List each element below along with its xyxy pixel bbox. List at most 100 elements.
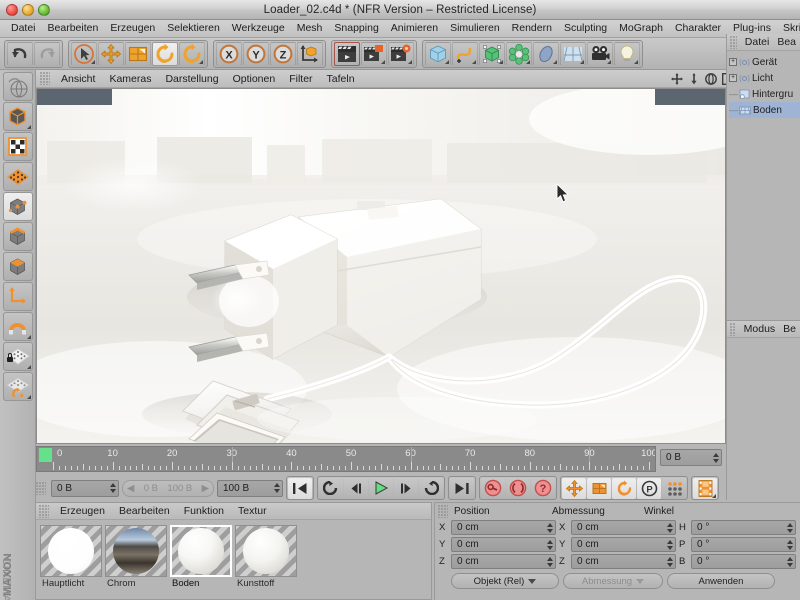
tool-submenu-corner[interactable]: [580, 59, 584, 64]
range-right-arrow-icon[interactable]: ▶: [202, 483, 209, 494]
tool-submenu-corner[interactable]: [634, 59, 638, 64]
parameter-key-button[interactable]: [662, 477, 686, 499]
current-time-stepper[interactable]: [109, 482, 116, 495]
render-settings-button[interactable]: [388, 41, 414, 66]
material-item-boden[interactable]: Boden: [170, 525, 232, 590]
tool-submenu-corner[interactable]: [26, 335, 31, 339]
timeline-frame-field[interactable]: 0 B: [660, 449, 722, 466]
record-key-button[interactable]: [481, 477, 505, 499]
angle-b-field[interactable]: 0 °: [691, 554, 796, 569]
position-y-stepper[interactable]: [546, 538, 553, 551]
apply-button[interactable]: Anwenden: [667, 573, 775, 589]
material-item-kunsttoff[interactable]: Kunsttoff: [235, 525, 297, 590]
scale-tool-button[interactable]: [125, 41, 151, 66]
menu-item-werkzeuge[interactable]: Werkzeuge: [226, 20, 291, 37]
tool-submenu-corner[interactable]: [26, 125, 31, 129]
tool-submenu-corner[interactable]: [26, 365, 31, 369]
tool-magnet-button[interactable]: [2, 312, 33, 341]
size-mode-dropdown[interactable]: Abmessung: [563, 573, 663, 589]
tool-polygon-mode-button[interactable]: [2, 252, 33, 281]
viewport-menu-tafeln[interactable]: Tafeln: [320, 73, 362, 85]
max-time-field[interactable]: 100 B: [217, 479, 283, 497]
tool-lock-axis-button[interactable]: [2, 342, 33, 371]
tool-submenu-corner[interactable]: [526, 59, 530, 64]
close-button[interactable]: [6, 4, 18, 16]
tool-submenu-corner[interactable]: [445, 59, 449, 64]
tool-submenu-corner[interactable]: [607, 59, 611, 64]
size-y-field[interactable]: 0 cm: [571, 537, 676, 552]
environment-button[interactable]: [533, 41, 559, 66]
material-preview[interactable]: [235, 525, 297, 577]
angle-p-stepper[interactable]: [786, 538, 793, 551]
range-left-arrow-icon[interactable]: ◀: [127, 483, 134, 494]
expand-toggle-icon[interactable]: +: [729, 58, 737, 66]
camera-button[interactable]: [587, 41, 613, 66]
material-item-chrom[interactable]: Chrom: [105, 525, 167, 590]
timeline-frame-stepper[interactable]: [712, 451, 719, 464]
size-x-field[interactable]: 0 cm: [571, 520, 676, 535]
material-preview[interactable]: [40, 525, 102, 577]
position-z-field[interactable]: 0 cm: [451, 554, 556, 569]
position-z-stepper[interactable]: [546, 555, 553, 568]
attributes-menu-modus[interactable]: Modus: [740, 323, 780, 335]
material-menu-textur[interactable]: Textur: [231, 505, 274, 517]
viewport-menu-darstellung[interactable]: Darstellung: [158, 73, 225, 85]
tool-submenu-corner[interactable]: [472, 59, 476, 64]
tool-submenu-corner[interactable]: [199, 59, 203, 64]
menu-item-animieren[interactable]: Animieren: [385, 20, 444, 37]
tool-globe-button[interactable]: [2, 72, 33, 101]
object-row-licht[interactable]: + Licht: [729, 70, 800, 86]
coordinate-mode-dropdown[interactable]: Objekt (Rel): [451, 573, 559, 589]
position-x-stepper[interactable]: [546, 521, 553, 534]
viewport-menu-filter[interactable]: Filter: [282, 73, 319, 85]
size-z-field[interactable]: 0 cm: [571, 554, 676, 569]
move-tool-button[interactable]: [98, 41, 124, 66]
tool-submenu-corner[interactable]: [408, 59, 412, 64]
position-key-button[interactable]: [562, 477, 586, 499]
rotate-tool-button[interactable]: [152, 41, 178, 66]
material-preview[interactable]: [105, 525, 167, 577]
axis-y-button[interactable]: Y: [243, 41, 269, 66]
light-button[interactable]: [614, 41, 640, 66]
play-button[interactable]: [369, 477, 393, 499]
rotation-key-button[interactable]: [612, 477, 636, 499]
max-time-stepper[interactable]: [273, 482, 280, 495]
size-y-stepper[interactable]: [666, 538, 673, 551]
autokeying-button[interactable]: [506, 477, 530, 499]
panel-grip-icon[interactable]: [36, 481, 46, 495]
panel-grip-icon[interactable]: [40, 72, 50, 85]
window-controls[interactable]: [6, 4, 50, 16]
angle-h-stepper[interactable]: [786, 521, 793, 534]
tool-submenu-corner[interactable]: [499, 59, 503, 64]
floor-button[interactable]: [560, 41, 586, 66]
current-frame-marker[interactable]: [39, 448, 52, 462]
undo-button[interactable]: [7, 41, 33, 66]
previous-key-button[interactable]: [319, 477, 343, 499]
zoom-button[interactable]: [38, 4, 50, 16]
viewport-menu-optionen[interactable]: Optionen: [226, 73, 283, 85]
primitive-cube-button[interactable]: [425, 41, 451, 66]
angle-b-stepper[interactable]: [786, 555, 793, 568]
world-coordinates-button[interactable]: [297, 41, 323, 66]
minimize-button[interactable]: [22, 4, 34, 16]
tool-model-mode-button[interactable]: [2, 102, 33, 131]
live-selection-button[interactable]: [71, 41, 97, 66]
go-to-end-button[interactable]: [450, 477, 474, 499]
step-back-frame-button[interactable]: [344, 477, 368, 499]
angle-h-field[interactable]: 0 °: [691, 520, 796, 535]
spline-button[interactable]: [452, 41, 478, 66]
pla-key-button[interactable]: P: [637, 477, 661, 499]
tool-submenu-corner[interactable]: [381, 59, 385, 64]
step-forward-frame-button[interactable]: [394, 477, 418, 499]
expand-toggle-icon[interactable]: +: [729, 74, 737, 82]
material-item-hauptlicht[interactable]: Hauptlicht: [40, 525, 102, 590]
preview-range-field[interactable]: ◀ 0 B 100 B ▶: [122, 479, 214, 497]
menu-item-charakter[interactable]: Charakter: [669, 20, 727, 37]
menu-item-mograph[interactable]: MoGraph: [613, 20, 669, 37]
menu-item-rendern[interactable]: Rendern: [506, 20, 558, 37]
current-time-field[interactable]: 0 B: [51, 479, 119, 497]
menu-item-simulieren[interactable]: Simulieren: [444, 20, 506, 37]
keyframe-selection-button[interactable]: ?: [531, 477, 555, 499]
menu-item-selektieren[interactable]: Selektieren: [161, 20, 226, 37]
menu-item-snapping[interactable]: Snapping: [328, 20, 384, 37]
